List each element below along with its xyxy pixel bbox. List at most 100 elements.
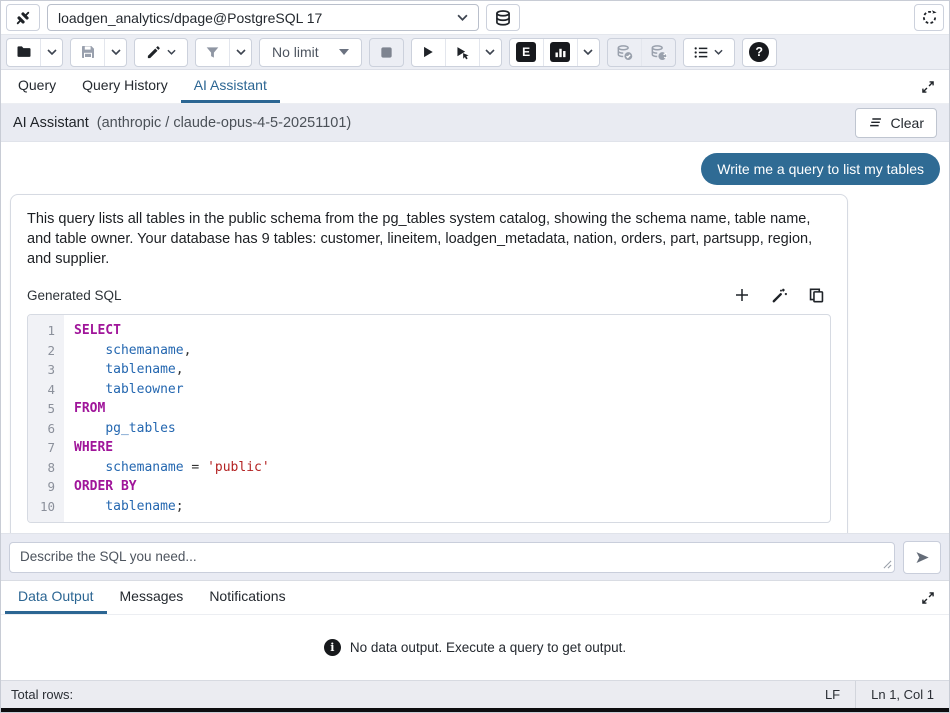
help-icon: ? — [749, 42, 769, 62]
tab-notifications[interactable]: Notifications — [196, 581, 298, 614]
macros-list-icon — [694, 45, 709, 60]
refresh-connection-icon — [921, 9, 938, 26]
tab-data-output[interactable]: Data Output — [5, 581, 107, 614]
sql-line-number: 10 — [28, 497, 64, 517]
folder-icon — [16, 44, 32, 60]
edit-group — [134, 38, 188, 67]
rollback-button[interactable] — [641, 39, 675, 66]
eol-indicator[interactable]: LF — [810, 681, 855, 708]
ai-assistant-title: AI Assistant — [13, 115, 89, 131]
database-connections-button[interactable] — [486, 4, 520, 31]
sql-code-line: WHERE — [74, 438, 830, 458]
sql-line-number: 7 — [28, 438, 64, 458]
save-icon — [80, 44, 96, 60]
connection-selector[interactable]: loadgen_analytics/dpage@PostgreSQL 17 — [47, 4, 479, 31]
info-icon: i — [324, 639, 341, 656]
execute-script-button[interactable] — [445, 39, 479, 66]
generated-sql-code-block: 12345678910 SELECT schemaname, tablename… — [27, 314, 831, 523]
macros-menu-button[interactable] — [684, 39, 734, 66]
generated-sql-actions — [731, 284, 831, 306]
clear-chat-button[interactable]: Clear — [855, 108, 937, 138]
sql-code-line: tableowner — [74, 380, 830, 400]
prompt-input-row — [1, 533, 949, 580]
tab-messages[interactable]: Messages — [107, 581, 197, 614]
sql-code-line: schemaname, — [74, 341, 830, 361]
expand-editor-panel-button[interactable] — [911, 80, 945, 94]
output-tab-bar: Data Output Messages Notifications — [1, 580, 949, 615]
tab-query-history[interactable]: Query History — [69, 70, 181, 103]
stop-button[interactable] — [370, 39, 403, 66]
save-group — [70, 38, 127, 67]
commit-button[interactable] — [608, 39, 641, 66]
apply-sql-button[interactable] — [768, 284, 790, 306]
execute-menu-button[interactable] — [479, 39, 501, 66]
send-icon — [914, 550, 931, 565]
magic-wand-icon — [771, 287, 788, 304]
sql-line-number: 8 — [28, 458, 64, 478]
row-limit-select[interactable]: No limit — [259, 38, 362, 67]
generated-sql-header: Generated SQL — [27, 284, 831, 306]
connection-selector-value: loadgen_analytics/dpage@PostgreSQL 17 — [58, 10, 322, 26]
save-button[interactable] — [71, 39, 104, 66]
prompt-input[interactable] — [9, 542, 895, 573]
assistant-response-card: This query lists all tables in the publi… — [10, 194, 848, 533]
chevron-down-icon — [583, 49, 593, 55]
copy-sql-button[interactable] — [805, 284, 827, 306]
tab-query[interactable]: Query — [5, 70, 69, 103]
explain-menu-button[interactable] — [577, 39, 599, 66]
execute-group — [411, 38, 502, 67]
open-file-button[interactable] — [7, 39, 40, 66]
expand-output-panel-button[interactable] — [911, 591, 945, 605]
sql-line-number: 2 — [28, 341, 64, 361]
sql-line-number: 6 — [28, 419, 64, 439]
explain-analyze-button[interactable] — [543, 39, 577, 66]
filter-menu-button[interactable] — [229, 39, 251, 66]
chevron-down-icon — [714, 49, 723, 55]
tab-notifications-label: Notifications — [209, 588, 285, 604]
ai-assistant-header: AI Assistant (anthropic / claude-opus-4-… — [1, 104, 949, 142]
sql-code-line: ORDER BY — [74, 477, 830, 497]
macros-group — [683, 38, 735, 67]
connection-plug-icon — [14, 9, 32, 27]
total-rows-label: Total rows: — [1, 687, 73, 702]
chevron-down-icon — [111, 49, 121, 55]
tab-query-label: Query — [18, 77, 56, 93]
open-file-group — [6, 38, 63, 67]
generated-sql-label: Generated SQL — [27, 288, 122, 303]
sql-code-line: tablename; — [74, 497, 830, 517]
rollback-icon — [650, 44, 667, 61]
sql-line-number: 9 — [28, 477, 64, 497]
explain-button[interactable]: E — [510, 39, 543, 66]
send-prompt-button[interactable] — [903, 541, 941, 574]
connection-bar: loadgen_analytics/dpage@PostgreSQL 17 — [1, 1, 949, 35]
sql-gutter: 12345678910 — [28, 315, 64, 522]
stop-icon — [379, 45, 394, 60]
editor-tab-bar: Query Query History AI Assistant — [1, 70, 949, 104]
filter-button[interactable] — [196, 39, 229, 66]
status-bar: Total rows: LF Ln 1, Col 1 — [1, 680, 949, 708]
cursor-position-indicator[interactable]: Ln 1, Col 1 — [856, 681, 949, 708]
transaction-group — [607, 38, 676, 67]
edit-menu-button[interactable] — [135, 39, 187, 66]
connection-status-button[interactable] — [6, 4, 40, 31]
open-file-menu-button[interactable] — [40, 39, 62, 66]
ai-assistant-model: (anthropic / claude-opus-4-5-20251101) — [97, 115, 351, 131]
save-menu-button[interactable] — [104, 39, 126, 66]
tab-ai-assistant-label: AI Assistant — [194, 77, 267, 93]
tab-messages-label: Messages — [120, 588, 184, 604]
explain-icon: E — [516, 42, 536, 62]
explain-analyze-icon — [550, 42, 570, 62]
insert-sql-button[interactable] — [731, 284, 753, 306]
help-button[interactable]: ? — [743, 39, 776, 66]
play-icon — [421, 45, 435, 59]
tab-ai-assistant[interactable]: AI Assistant — [181, 70, 280, 103]
assistant-response-text: This query lists all tables in the publi… — [27, 209, 831, 269]
sql-code-line: FROM — [74, 399, 830, 419]
ai-chat-area: Write me a query to list my tables This … — [1, 142, 949, 533]
sql-line-number: 5 — [28, 399, 64, 419]
plus-icon — [734, 287, 750, 303]
new-connection-button[interactable] — [914, 4, 944, 31]
expand-icon — [921, 591, 935, 605]
empty-output-message: No data output. Execute a query to get o… — [350, 640, 626, 655]
execute-button[interactable] — [412, 39, 445, 66]
